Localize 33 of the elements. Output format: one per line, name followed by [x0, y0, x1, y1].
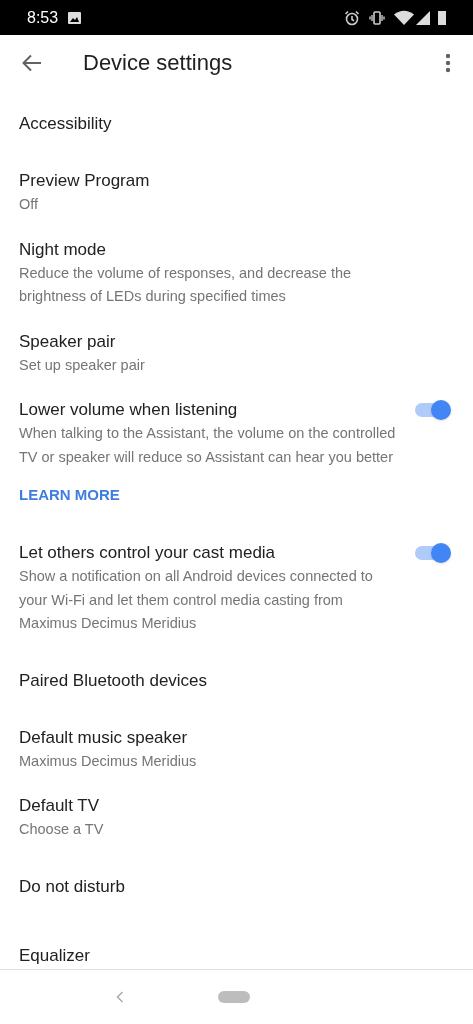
- learn-more-link[interactable]: LEARN MORE: [19, 486, 120, 503]
- setting-title[interactable]: Default TV: [19, 794, 403, 818]
- setting-title[interactable]: Lower volume when listening: [19, 398, 403, 422]
- signal-icon: [416, 10, 430, 25]
- setting-title[interactable]: Default music speaker: [19, 725, 403, 750]
- wifi-icon: [394, 9, 414, 26]
- toggle-switch[interactable]: [415, 543, 451, 563]
- setting-title[interactable]: Accessibility: [19, 112, 403, 136]
- setting-description: Set up speaker pair: [19, 355, 146, 375]
- nav-back-icon[interactable]: [116, 991, 124, 1003]
- setting-title[interactable]: Night mode: [19, 237, 403, 262]
- setting-description: Maximus Decimus Meridius: [19, 751, 198, 771]
- toggle-switch[interactable]: [415, 400, 451, 420]
- setting-description: Choose a TV: [19, 820, 105, 839]
- setting-title[interactable]: Do not disturb: [19, 874, 403, 899]
- setting-title[interactable]: Paired Bluetooth devices: [19, 668, 403, 693]
- setting-description: Show a notification on all Android devices connected to your Wi-Fi and let them control media casting from Maximus Decimus Meridius: [19, 567, 374, 633]
- screen-title: Device settings: [83, 49, 233, 77]
- setting-title[interactable]: Speaker pair: [19, 329, 403, 354]
- image-icon: [68, 11, 82, 24]
- vibrate-icon: [369, 9, 385, 26]
- alarm-icon: [344, 9, 360, 26]
- setting-description: Reduce the volume of responses, and decrease the brightness of LEDs during specified times: [19, 263, 353, 306]
- setting-title[interactable]: Equalizer: [19, 943, 403, 968]
- battery-icon: [438, 10, 446, 25]
- setting-description: When talking to the Assistant, the volume on the controlled TV or speaker will reduce so Assistant can hear you better: [19, 424, 397, 467]
- back-arrow-icon[interactable]: [22, 53, 42, 72]
- more-options-icon[interactable]: [445, 52, 451, 73]
- home-pill[interactable]: [218, 991, 250, 1003]
- setting-title[interactable]: Preview Program: [19, 169, 403, 193]
- status-time: 8:53: [27, 7, 59, 28]
- setting-description: Off: [19, 195, 40, 214]
- setting-title[interactable]: Let others control your cast media: [19, 541, 403, 565]
